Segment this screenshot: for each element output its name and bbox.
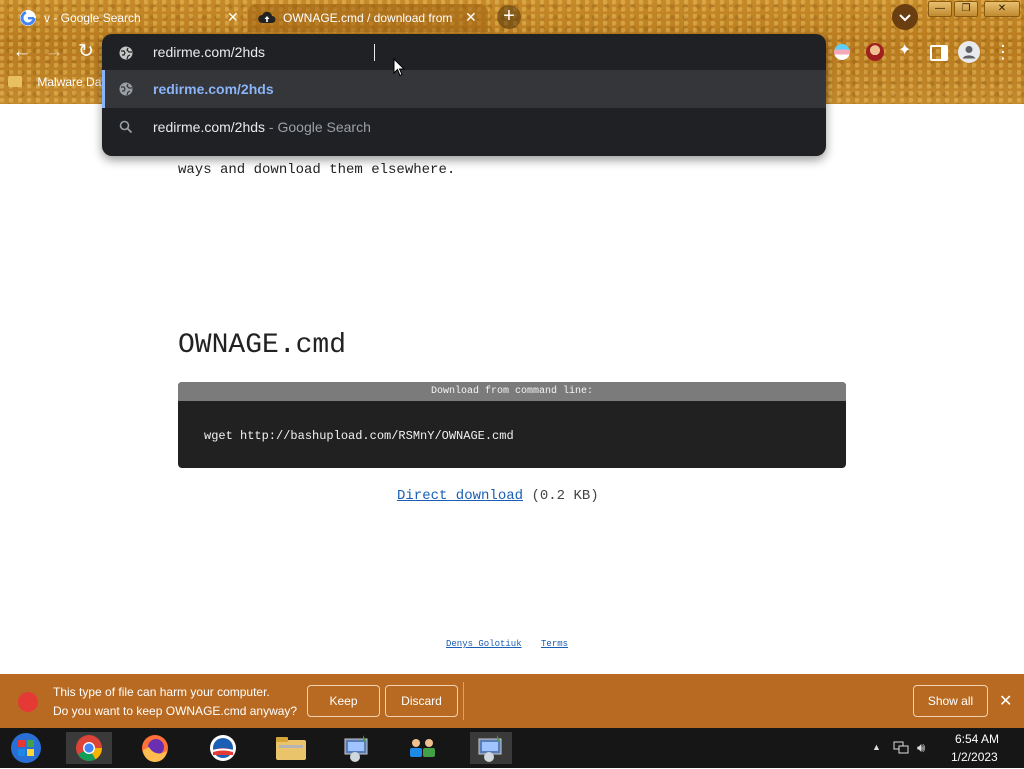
tray-chevron-icon[interactable]: ▲ — [872, 742, 881, 752]
keep-button[interactable]: Keep — [307, 685, 380, 717]
taskbar: ▲ 🔊︎ 6:54 AM 1/2/2023 — [0, 728, 1024, 768]
forward-button[interactable]: → — [40, 38, 68, 66]
omnibox-dropdown: redirme.com/2hds redirme.com/2hds redirm… — [102, 34, 826, 156]
intro-text: ways and download them elsewhere. — [178, 162, 456, 178]
download-bar: This type of file can harm your computer… — [0, 674, 1024, 728]
obama-logo-icon[interactable] — [202, 732, 244, 764]
page-title: OWNAGE.cmd — [178, 330, 347, 361]
back-button[interactable]: ← — [8, 38, 36, 66]
warning-line-1: This type of file can harm your computer… — [53, 685, 270, 699]
clock-date[interactable]: 1/2/2023 — [951, 750, 998, 764]
flag-extension-icon[interactable] — [834, 44, 850, 60]
search-icon — [119, 120, 133, 134]
suggestion-search: redirme.com/2hds - Google Search — [153, 119, 371, 135]
restore-button[interactable]: ❐ — [954, 1, 978, 17]
suggestion-secondary: - Google Search — [265, 119, 371, 135]
chevron-down-icon — [899, 14, 911, 22]
cloud-upload-icon — [258, 10, 276, 26]
tab-title: OWNAGE.cmd / download from b — [283, 11, 453, 25]
side-panel-icon[interactable] — [930, 45, 948, 61]
google-favicon-icon — [20, 10, 36, 26]
omnibox-input[interactable]: redirme.com/2hds — [153, 44, 265, 60]
account-avatar-icon[interactable] — [958, 41, 980, 63]
installer-icon[interactable] — [470, 732, 512, 764]
discard-button[interactable]: Discard — [385, 685, 458, 717]
download-line: Direct download (0.2 KB) — [397, 488, 599, 504]
close-download-bar-icon[interactable]: ✕ — [999, 691, 1012, 711]
direct-download-link[interactable]: Direct download — [397, 488, 523, 504]
clock-time[interactable]: 6:54 AM — [955, 732, 999, 746]
author-link[interactable]: Denys Golotiuk — [446, 639, 522, 649]
reload-icon: ↻ — [78, 41, 94, 62]
warning-line-2: Do you want to keep OWNAGE.cmd anyway? — [53, 704, 298, 718]
arrow-left-icon: ← — [12, 41, 32, 62]
command-box: Download from command line: wget http://… — [178, 382, 846, 468]
divider — [463, 682, 464, 720]
plus-icon: + — [503, 5, 515, 27]
network-people-icon[interactable] — [402, 732, 444, 764]
new-tab-button[interactable]: + — [497, 5, 521, 29]
extensions-puzzle-icon[interactable]: ✦ — [898, 42, 916, 60]
bookmark-label: Malware Dat — [37, 74, 105, 89]
tab-close-icon[interactable]: ✕ — [465, 9, 477, 26]
minimize-button[interactable]: — — [928, 1, 952, 17]
suggestion-query: redirme.com/2hds — [153, 119, 266, 135]
globe-icon — [119, 46, 133, 60]
network-icon[interactable] — [893, 741, 909, 754]
globe-icon — [119, 82, 133, 96]
volume-icon[interactable]: 🔊︎ — [917, 740, 925, 756]
tab-google-search[interactable]: v - Google Search ✕ — [6, 4, 246, 32]
omnibox-input-row[interactable]: redirme.com/2hds — [102, 34, 826, 72]
omnibox-suggestion[interactable]: redirme.com/2hds - Google Search — [102, 108, 826, 146]
command-box-header: Download from command line: — [178, 382, 846, 401]
suggestion-highlight-bar — [102, 70, 105, 108]
tab-ownage-download[interactable]: OWNAGE.cmd / download from b ✕ — [248, 4, 488, 32]
tab-title: v - Google Search — [44, 11, 141, 25]
show-all-button[interactable]: Show all — [913, 685, 988, 717]
suggestion-url: redirme.com/2hds — [153, 81, 274, 97]
profile-extension-icon[interactable] — [866, 43, 884, 61]
arrow-right-icon: → — [44, 41, 64, 62]
command-text[interactable]: wget http://bashupload.com/RSMnY/OWNAGE.… — [204, 429, 514, 443]
firefox-icon[interactable] — [134, 732, 176, 764]
chrome-icon[interactable] — [66, 732, 112, 764]
tab-search-button[interactable] — [892, 4, 918, 30]
menu-kebab-icon[interactable]: ⋮ — [994, 42, 1012, 62]
tab-close-icon[interactable]: ✕ — [227, 9, 239, 26]
bookmark-folder-icon — [8, 76, 22, 88]
mouse-cursor-icon — [393, 58, 405, 77]
footer-links: Denys Golotiuk Terms — [446, 639, 568, 649]
text-caret — [374, 44, 375, 61]
file-size: (0.2 KB) — [531, 488, 599, 504]
folder-icon[interactable] — [270, 732, 312, 764]
warning-icon — [18, 692, 38, 712]
bookmark-item[interactable]: Malware Dat — [8, 74, 105, 94]
installer-icon[interactable] — [336, 732, 378, 764]
terms-link[interactable]: Terms — [541, 639, 568, 649]
start-orb-icon[interactable] — [6, 732, 48, 764]
close-window-button[interactable]: ✕ — [984, 1, 1020, 17]
reload-button[interactable]: ↻ — [72, 38, 100, 66]
omnibox-suggestion[interactable]: redirme.com/2hds — [102, 70, 826, 108]
